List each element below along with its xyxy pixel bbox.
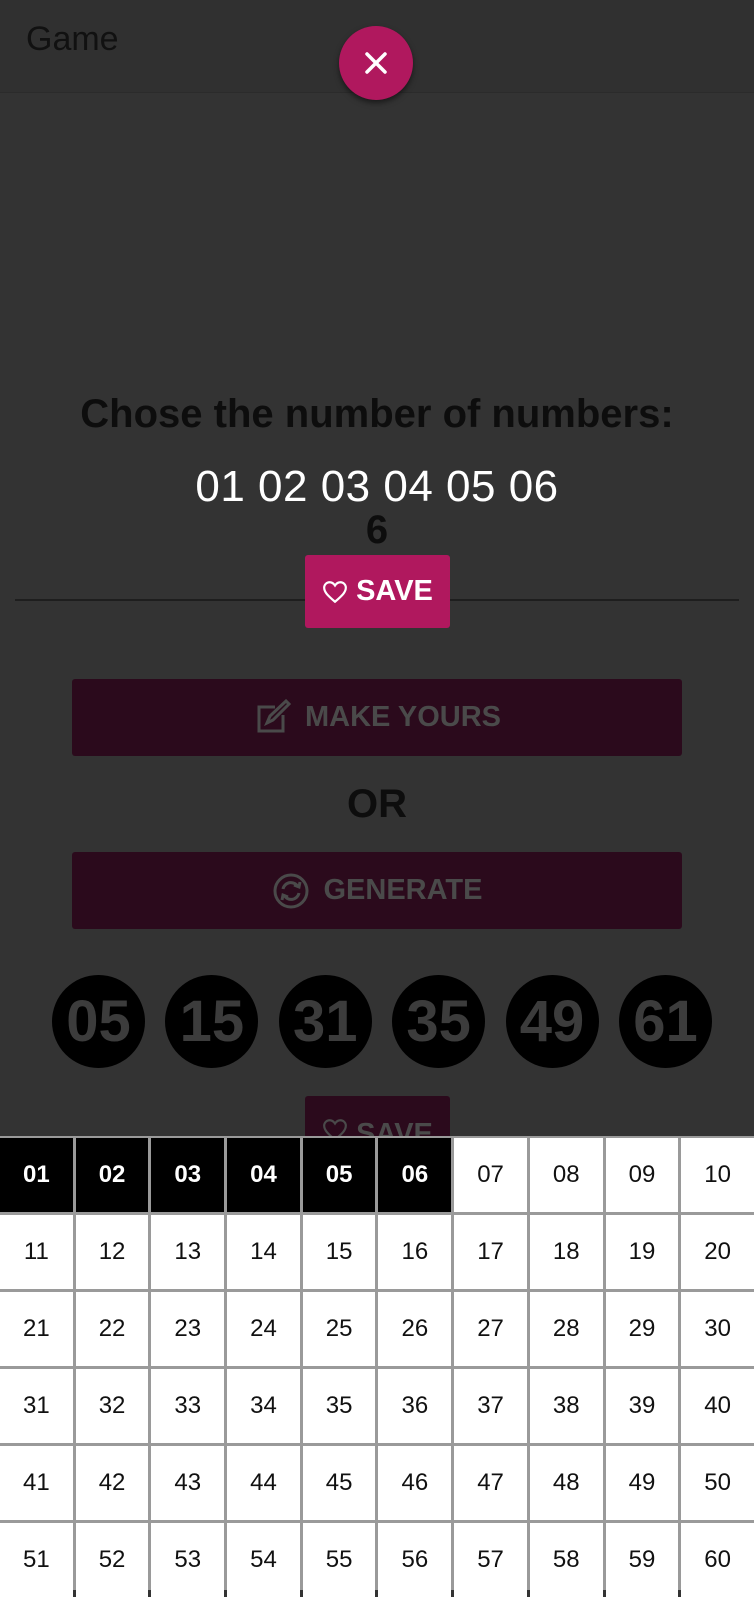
number-cell[interactable]: 25: [302, 1292, 376, 1366]
number-cell[interactable]: 34: [227, 1369, 300, 1443]
number-cell[interactable]: 19: [605, 1215, 679, 1289]
edit-icon: [257, 698, 291, 732]
make-yours-button[interactable]: MAKE YOURS: [72, 679, 682, 756]
number-cell[interactable]: 20: [681, 1215, 754, 1289]
number-cell[interactable]: 22: [75, 1292, 149, 1366]
number-cell[interactable]: 28: [529, 1292, 603, 1366]
number-ball: 31: [278, 975, 372, 1068]
heading: Chose the number of numbers:: [80, 392, 674, 436]
number-cell[interactable]: 15: [302, 1215, 376, 1289]
number-cell[interactable]: 48: [529, 1446, 603, 1520]
number-cell[interactable]: 44: [227, 1446, 300, 1520]
number-cell[interactable]: 59: [605, 1523, 679, 1597]
number-cell[interactable]: 07: [454, 1138, 527, 1212]
number-cell[interactable]: 06: [378, 1138, 452, 1212]
number-cell[interactable]: 11: [0, 1215, 73, 1289]
number-ball: 49: [505, 975, 599, 1068]
number-cell[interactable]: 52: [75, 1523, 149, 1597]
number-cell[interactable]: 35: [302, 1369, 376, 1443]
heart-outline-icon: [323, 580, 347, 603]
number-cell[interactable]: 33: [151, 1369, 225, 1443]
number-cell[interactable]: 02: [75, 1138, 149, 1212]
number-cell[interactable]: 17: [454, 1215, 527, 1289]
number-cell[interactable]: 27: [454, 1292, 527, 1366]
close-button[interactable]: [339, 26, 413, 100]
number-cell[interactable]: 58: [529, 1523, 603, 1597]
number-cell[interactable]: 56: [378, 1523, 452, 1597]
number-cell[interactable]: 23: [151, 1292, 225, 1366]
number-ball: 15: [165, 975, 259, 1068]
number-cell[interactable]: 13: [151, 1215, 225, 1289]
number-cell[interactable]: 30: [681, 1292, 754, 1366]
number-cell[interactable]: 12: [75, 1215, 149, 1289]
close-icon: [365, 52, 387, 74]
save-button[interactable]: SAVE: [305, 555, 450, 628]
selected-numbers: 01 02 03 04 05 06: [195, 462, 559, 511]
number-cell[interactable]: 37: [454, 1369, 527, 1443]
number-cell[interactable]: 36: [378, 1369, 452, 1443]
number-cell[interactable]: 31: [0, 1369, 73, 1443]
number-cell[interactable]: 08: [529, 1138, 603, 1212]
number-cell[interactable]: 04: [227, 1138, 300, 1212]
number-cell[interactable]: 26: [378, 1292, 452, 1366]
number-cell[interactable]: 14: [227, 1215, 300, 1289]
number-cell[interactable]: 01: [0, 1138, 73, 1212]
number-cell[interactable]: 03: [151, 1138, 225, 1212]
number-grid: 01 02 03 04 05 06 07 08 09 10 11 12 13 14 15 16 17 18 19 20…: [0, 1136, 754, 1597]
number-ball: 61: [618, 975, 712, 1068]
save-label: SAVE: [356, 575, 433, 607]
number-cell[interactable]: 10: [681, 1138, 754, 1212]
number-ball: 05: [52, 975, 145, 1068]
number-cell[interactable]: 54: [227, 1523, 300, 1597]
number-cell[interactable]: 50: [681, 1446, 754, 1520]
number-cell[interactable]: 46: [378, 1446, 452, 1520]
number-cell[interactable]: 05: [302, 1138, 376, 1212]
number-cell[interactable]: 53: [151, 1523, 225, 1597]
number-cell[interactable]: 39: [605, 1369, 679, 1443]
number-cell[interactable]: 21: [0, 1292, 73, 1366]
number-cell[interactable]: 43: [151, 1446, 225, 1520]
generate-label: GENERATE: [323, 874, 483, 906]
number-cell[interactable]: 16: [378, 1215, 452, 1289]
number-cell[interactable]: 42: [75, 1446, 149, 1520]
number-cell[interactable]: 49: [605, 1446, 679, 1520]
generated-balls: 05 15 31 35 49 61: [52, 975, 712, 1068]
number-ball: 35: [392, 975, 486, 1068]
number-cell[interactable]: 57: [454, 1523, 527, 1597]
number-cell[interactable]: 29: [605, 1292, 679, 1366]
number-cell[interactable]: 24: [227, 1292, 300, 1366]
number-cell[interactable]: 60: [681, 1523, 754, 1597]
number-count: 6: [365, 508, 389, 552]
number-cell[interactable]: 32: [75, 1369, 149, 1443]
number-cell[interactable]: 51: [0, 1523, 73, 1597]
or-label: OR: [347, 782, 407, 826]
number-cell[interactable]: 38: [529, 1369, 603, 1443]
make-yours-label: MAKE YOURS: [304, 701, 502, 733]
number-cell[interactable]: 47: [454, 1446, 527, 1520]
number-cell[interactable]: 40: [681, 1369, 754, 1443]
number-cell[interactable]: 09: [605, 1138, 679, 1212]
number-cell[interactable]: 18: [529, 1215, 603, 1289]
number-cell[interactable]: 45: [302, 1446, 376, 1520]
number-cell[interactable]: 41: [0, 1446, 73, 1520]
number-cell[interactable]: 55: [302, 1523, 376, 1597]
refresh-icon: [273, 873, 308, 908]
generate-button[interactable]: GENERATE: [72, 852, 682, 929]
app-title: Game: [26, 20, 119, 58]
